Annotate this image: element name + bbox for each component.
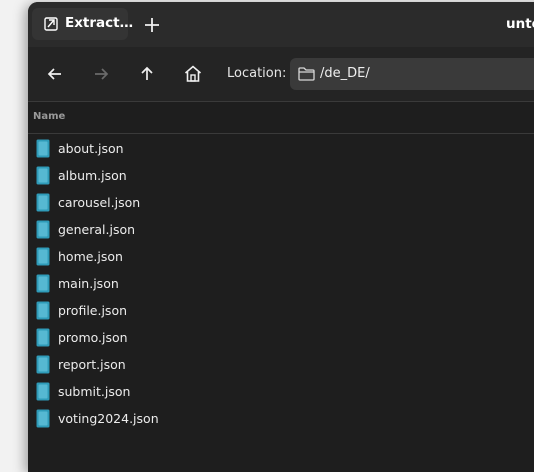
- folder-icon: [298, 67, 315, 81]
- home-icon: [184, 65, 202, 82]
- plus-icon: [145, 18, 159, 32]
- file-name: carousel.json: [58, 195, 141, 210]
- file-name: about.json: [58, 141, 124, 156]
- file-row[interactable]: album.json: [28, 162, 534, 189]
- json-file-icon: [36, 355, 50, 374]
- file-row[interactable]: carousel.json: [28, 189, 534, 216]
- file-name: general.json: [58, 222, 136, 237]
- arrow-left-icon: [47, 68, 61, 80]
- tab-extract[interactable]: Extract…: [32, 8, 133, 40]
- column-header: Name: [28, 102, 534, 134]
- location-label: Location:: [227, 66, 287, 81]
- json-file-icon: [36, 274, 50, 293]
- file-name: home.json: [58, 249, 123, 264]
- file-name: main.json: [58, 276, 119, 291]
- file-name: album.json: [58, 168, 127, 183]
- json-file-icon: [36, 139, 50, 158]
- arrow-right-icon: [95, 68, 109, 80]
- tab-title: Extract…: [65, 15, 134, 31]
- file-name: profile.json: [58, 303, 128, 318]
- file-name: voting2024.json: [58, 411, 159, 426]
- json-file-icon: [36, 193, 50, 212]
- new-tab-button[interactable]: [140, 13, 164, 37]
- toolbar: Location: /de_DE/: [28, 47, 534, 102]
- json-file-icon: [36, 166, 50, 185]
- file-row[interactable]: general.json: [28, 216, 534, 243]
- forward-button[interactable]: [91, 64, 111, 84]
- titlebar: Extract… unto: [28, 2, 534, 47]
- file-row[interactable]: promo.json: [28, 324, 534, 351]
- file-row[interactable]: report.json: [28, 351, 534, 378]
- json-file-icon: [36, 247, 50, 266]
- file-row[interactable]: voting2024.json: [28, 405, 534, 432]
- home-button[interactable]: [183, 64, 203, 84]
- file-row[interactable]: submit.json: [28, 378, 534, 405]
- location-field[interactable]: /de_DE/: [290, 58, 534, 90]
- archive-extract-icon: [44, 17, 58, 31]
- json-file-icon: [36, 301, 50, 320]
- file-row[interactable]: home.json: [28, 243, 534, 270]
- file-chooser-window: Extract… unto: [28, 2, 534, 472]
- file-name: submit.json: [58, 384, 131, 399]
- file-row[interactable]: main.json: [28, 270, 534, 297]
- file-row[interactable]: profile.json: [28, 297, 534, 324]
- arrow-up-icon: [141, 66, 153, 80]
- json-file-icon: [36, 220, 50, 239]
- column-header-name[interactable]: Name: [33, 111, 65, 122]
- file-row[interactable]: about.json: [28, 135, 534, 162]
- file-name: report.json: [58, 357, 126, 372]
- location-value: /de_DE/: [320, 66, 370, 81]
- json-file-icon: [36, 382, 50, 401]
- back-button[interactable]: [45, 64, 65, 84]
- json-file-icon: [36, 328, 50, 347]
- json-file-icon: [36, 409, 50, 428]
- file-name: promo.json: [58, 330, 128, 345]
- up-button[interactable]: [137, 64, 157, 84]
- window-title: unto: [506, 16, 534, 32]
